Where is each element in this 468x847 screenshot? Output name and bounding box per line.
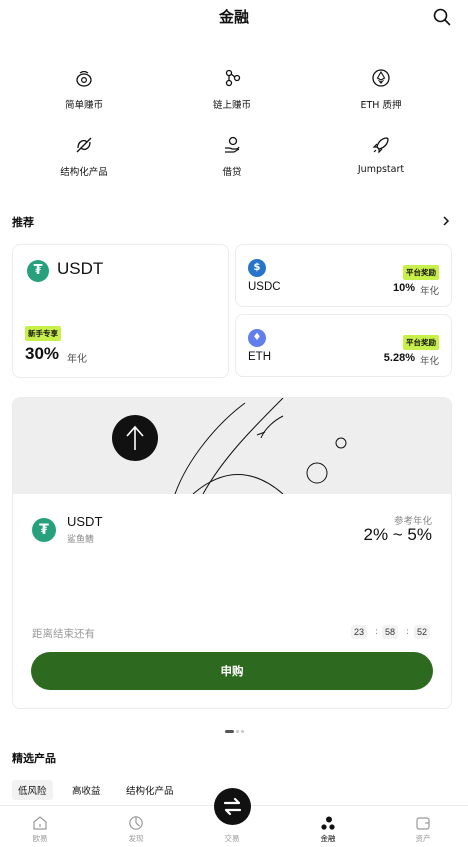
- newbie-badge: 新手专享: [25, 326, 61, 341]
- tab-assets[interactable]: 资产: [376, 806, 468, 844]
- tab-discover[interactable]: 发现: [89, 806, 183, 844]
- shark-fin-promo-card[interactable]: ₮ USDT 鲨鱼鳍 参考年化 2% ~ 5% 距离结束还有 23 : 58 :…: [12, 397, 452, 709]
- ref-apr-value: 2% ~ 5%: [363, 525, 432, 544]
- finance-icon: [321, 816, 335, 830]
- carousel-dot[interactable]: [235, 730, 239, 733]
- usdc-coin-icon: $: [248, 259, 266, 277]
- filter-high-yield[interactable]: 高收益: [66, 780, 107, 800]
- discover-icon: [129, 816, 143, 830]
- swap-arrows-icon: [223, 797, 242, 816]
- apr-value: 10%: [392, 282, 415, 294]
- rocket-icon: [372, 137, 389, 154]
- countdown-label: 距离结束还有: [32, 628, 95, 640]
- carousel-dot[interactable]: [224, 730, 234, 733]
- recommend-title: 推荐: [12, 216, 34, 229]
- wallet-icon: [416, 817, 430, 830]
- shortcut-label: Jumpstart: [357, 164, 405, 175]
- apr-unit: 年化: [67, 354, 87, 365]
- apr-value: 5.28%: [383, 352, 415, 364]
- tab-home[interactable]: 欧易: [0, 806, 87, 844]
- home-icon: [33, 816, 47, 830]
- featured-product-card[interactable]: ₮ USDT 新手专享 30% 年化: [12, 244, 229, 378]
- carousel-indicator: [0, 721, 468, 740]
- shortcut-simple-earn[interactable]: 简单赚币: [14, 68, 154, 111]
- page-title: 金融: [218, 8, 249, 26]
- countdown-hours: 23: [351, 625, 368, 639]
- countdown-separator: :: [406, 627, 410, 637]
- countdown-minutes: 58: [382, 625, 399, 639]
- shortcut-loan[interactable]: 借贷: [162, 135, 302, 178]
- carousel-dot[interactable]: [240, 730, 244, 733]
- tab-finance[interactable]: 金融: [281, 806, 375, 844]
- countdown-seconds: 52: [414, 625, 431, 639]
- tab-label: 金融: [320, 834, 336, 843]
- shortcut-eth-staking[interactable]: ETH 质押: [311, 68, 451, 111]
- top-bar: 金融: [0, 0, 468, 32]
- shortcut-label: 简单赚币: [64, 100, 103, 111]
- coin-name: USDT: [57, 259, 104, 278]
- shortcut-label: 结构化产品: [60, 167, 108, 178]
- structured-product-icon: [76, 137, 92, 153]
- shortcut-structured[interactable]: 结构化产品: [14, 135, 154, 178]
- product-card-eth[interactable]: ♦ ETH 平台奖励 5.28% 年化: [235, 314, 452, 377]
- tab-label: 资产: [415, 834, 431, 843]
- filter-low-risk[interactable]: 低风险: [12, 780, 53, 800]
- tab-label: 交易: [224, 834, 240, 843]
- tab-label: 发现: [128, 834, 144, 843]
- promo-banner-illustration: [13, 398, 451, 494]
- loan-hand-icon: [225, 136, 240, 153]
- shortcut-onchain-earn[interactable]: 链上赚币: [162, 68, 302, 111]
- shortcut-jumpstart[interactable]: Jumpstart: [311, 135, 451, 175]
- platform-reward-badge: 平台奖励: [403, 265, 439, 280]
- apr-value: 30%: [25, 344, 60, 363]
- promo-coin-name: USDT: [67, 514, 103, 529]
- chain-nodes-icon: [225, 69, 241, 87]
- apr-unit: 年化: [419, 286, 439, 297]
- coin-name: USDC: [248, 281, 281, 293]
- shortcut-label: 链上赚币: [212, 100, 251, 111]
- search-icon[interactable]: [433, 8, 451, 26]
- platform-reward-badge: 平台奖励: [403, 335, 439, 350]
- piggy-coin-icon: [76, 70, 92, 87]
- promo-product-type: 鲨鱼鳍: [67, 535, 95, 545]
- shortcut-label: 借贷: [222, 167, 242, 178]
- product-card-usdc[interactable]: $ USDC 平台奖励 10% 年化: [235, 244, 452, 307]
- apr-unit: 年化: [419, 356, 439, 367]
- subscribe-button[interactable]: 申购: [31, 652, 433, 690]
- tab-label: 欧易: [32, 834, 48, 843]
- eth-coin-icon: ♦: [248, 329, 266, 347]
- shortcut-label: ETH 质押: [360, 100, 402, 111]
- usdt-coin-icon: ₮: [32, 518, 56, 542]
- countdown-separator: :: [375, 627, 379, 637]
- selected-products-title: 精选产品: [12, 752, 56, 765]
- coin-name: ETH: [248, 351, 271, 363]
- usdt-coin-icon: ₮: [27, 260, 49, 282]
- eth-coin-icon: [372, 69, 390, 87]
- chevron-right-icon[interactable]: [442, 215, 450, 227]
- filter-structured[interactable]: 结构化产品: [120, 780, 180, 800]
- trade-fab-button[interactable]: [214, 788, 251, 825]
